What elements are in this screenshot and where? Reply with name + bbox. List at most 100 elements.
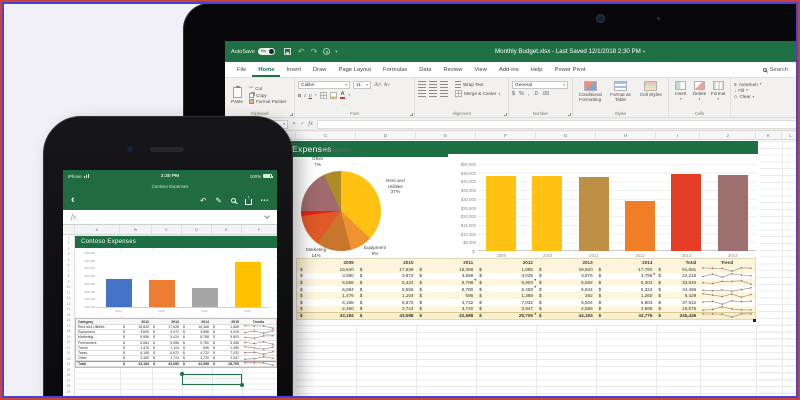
table-total-row[interactable]: $43,184$43,088$42,588$28,705$44,183$43,7…: [297, 312, 755, 319]
font-color-icon[interactable]: A: [340, 91, 346, 99]
conditional-formatting-button[interactable]: Conditional Formatting: [576, 81, 604, 109]
table-cell[interactable]: $19,820: [536, 266, 596, 273]
phone-column-header-e[interactable]: E: [212, 225, 242, 234]
table-cell[interactable]: $1,476: [121, 346, 151, 350]
table-cell[interactable]: $16,368: [416, 266, 476, 273]
table-cell[interactable]: $2,724: [357, 306, 417, 313]
table-cell[interactable]: $5,844: [536, 286, 596, 293]
table-cell-total[interactable]: $22,216: [655, 273, 699, 280]
table-cell-total[interactable]: $16,875: [655, 306, 699, 313]
table-header-2013[interactable]: 2013: [536, 259, 596, 266]
table-cell[interactable]: $7,032: [211, 351, 241, 355]
table-cell[interactable]: $696: [416, 292, 476, 299]
phone-sheet-title-cell[interactable]: Contoso Expenses: [75, 236, 277, 248]
merge-center-button[interactable]: Merge & Center ▾: [455, 90, 500, 97]
table-cell-trend[interactable]: [241, 335, 276, 339]
underline-button[interactable]: U: [309, 93, 312, 98]
table-cell[interactable]: $17,760: [596, 266, 656, 273]
number-format-button[interactable]: .00: [542, 91, 550, 97]
table-cell[interactable]: $1,885: [476, 266, 536, 273]
align-middle-icon[interactable]: [429, 81, 437, 88]
table-cell[interactable]: $5,556: [121, 335, 151, 339]
table-cell[interactable]: $3,588: [416, 273, 476, 280]
table-cell[interactable]: $1,389: [476, 292, 536, 299]
align-center-icon[interactable]: [429, 90, 437, 97]
table-cell[interactable]: $3,690: [121, 330, 151, 334]
dialog-launcher-icon[interactable]: [290, 113, 293, 116]
autosum-button[interactable]: Σ AutoSum ▾: [734, 82, 786, 87]
tab-draw[interactable]: Draw: [307, 62, 333, 77]
table-cell[interactable]: $2,460: [297, 306, 357, 313]
undo-icon[interactable]: ↶: [298, 48, 305, 56]
table-cell-trend[interactable]: [241, 351, 276, 355]
table-header-2014[interactable]: 2014: [596, 259, 656, 266]
table-cell-trend[interactable]: [699, 299, 755, 306]
table-cell-total[interactable]: $245,436: [655, 313, 699, 319]
enter-icon[interactable]: ✓: [300, 121, 304, 127]
table-row[interactable]: $5,684$5,556$5,780$5,458$5,844$6,324$34,…: [297, 286, 755, 293]
font-size-combo[interactable]: 11▾: [353, 81, 371, 89]
table-cell[interactable]: $17,628: [151, 325, 181, 329]
tab-formulas[interactable]: Formulas: [377, 62, 413, 77]
table-cell-total[interactable]: $6,429: [655, 292, 699, 299]
table-cell-trend[interactable]: [699, 279, 755, 286]
phone-table-header-2013[interactable]: 2013: [151, 319, 181, 324]
table-row[interactable]: $18,840$17,628$16,368$1,885$19,820$17,76…: [297, 266, 755, 273]
table-cell[interactable]: $696: [181, 346, 211, 350]
table-cell[interactable]: $5,556: [151, 341, 181, 345]
table-cell[interactable]: $43,184: [297, 313, 357, 319]
cell-selection-box[interactable]: [182, 374, 242, 385]
table-cell-trend[interactable]: [699, 286, 755, 293]
table-row[interactable]: $1,476$1,104$696$1,389$492$1,260$6,429: [297, 292, 755, 299]
column-header-g[interactable]: G: [536, 131, 596, 139]
bold-button[interactable]: B: [298, 93, 301, 98]
table-cell[interactable]: $3,875: [536, 273, 596, 280]
table-cell-total[interactable]: $37,912: [655, 299, 699, 306]
tab-review[interactable]: Review: [437, 62, 468, 77]
number-format-button[interactable]: %: [519, 91, 524, 97]
table-cell[interactable]: $5,788: [181, 335, 211, 339]
table-cell[interactable]: $17,628: [357, 266, 417, 273]
table-cell-trend[interactable]: [699, 306, 755, 313]
table-header-total[interactable]: Total: [655, 259, 699, 266]
table-cell[interactable]: $2,556: [536, 306, 596, 313]
fill-button[interactable]: ↓ Fill ▾: [734, 88, 786, 93]
borders-icon[interactable]: [320, 92, 327, 99]
table-cell[interactable]: $42,588: [181, 362, 211, 365]
tab-add-ins[interactable]: Add-ins: [493, 62, 525, 77]
table-cell[interactable]: $18,840: [121, 325, 151, 329]
table-cell-total[interactable]: $34,466: [655, 286, 699, 293]
table-header-trend[interactable]: Trend: [699, 259, 755, 266]
table-cell[interactable]: $2,568: [596, 306, 656, 313]
chevron-down-icon[interactable]: ▾: [335, 49, 337, 55]
tab-home[interactable]: Home: [252, 62, 280, 77]
share-icon[interactable]: [245, 199, 252, 205]
column-header-l[interactable]: L: [782, 131, 800, 139]
sync-icon[interactable]: [323, 48, 330, 55]
phone-column-header-b[interactable]: B: [120, 225, 152, 234]
table-cell[interactable]: $5,304: [596, 279, 656, 286]
table-cell[interactable]: $1,104: [151, 346, 181, 350]
formula-input[interactable]: [317, 120, 797, 129]
autosave-toggle[interactable]: On: [258, 48, 275, 55]
dialog-launcher-icon[interactable]: [504, 113, 507, 116]
column-header-e[interactable]: E: [416, 131, 476, 139]
table-cell[interactable]: $5,556: [357, 286, 417, 293]
align-right-icon[interactable]: [440, 90, 448, 97]
table-cell[interactable]: $6,504: [536, 299, 596, 306]
back-chevron-icon[interactable]: ‹: [71, 195, 75, 206]
table-cell-total[interactable]: $33,840: [655, 279, 699, 286]
copy-button[interactable]: Copy: [249, 93, 286, 98]
table-cell[interactable]: $3,720: [416, 306, 476, 313]
search-icon[interactable]: [231, 198, 236, 203]
tab-data[interactable]: Data: [413, 62, 437, 77]
table-header-2009[interactable]: 2009: [297, 259, 357, 266]
expenses-table[interactable]: 200920102011201220132014TotalTrend$18,84…: [296, 258, 756, 320]
cancel-icon[interactable]: ✕: [292, 121, 296, 127]
table-cell-trend[interactable]: [699, 292, 755, 299]
column-header-f[interactable]: F: [476, 131, 536, 139]
number-format-combo[interactable]: General ▾: [512, 81, 568, 89]
tab-help[interactable]: Help: [525, 62, 549, 77]
table-cell-trend[interactable]: [241, 346, 276, 350]
table-cell[interactable]: $5,458: [211, 341, 241, 345]
